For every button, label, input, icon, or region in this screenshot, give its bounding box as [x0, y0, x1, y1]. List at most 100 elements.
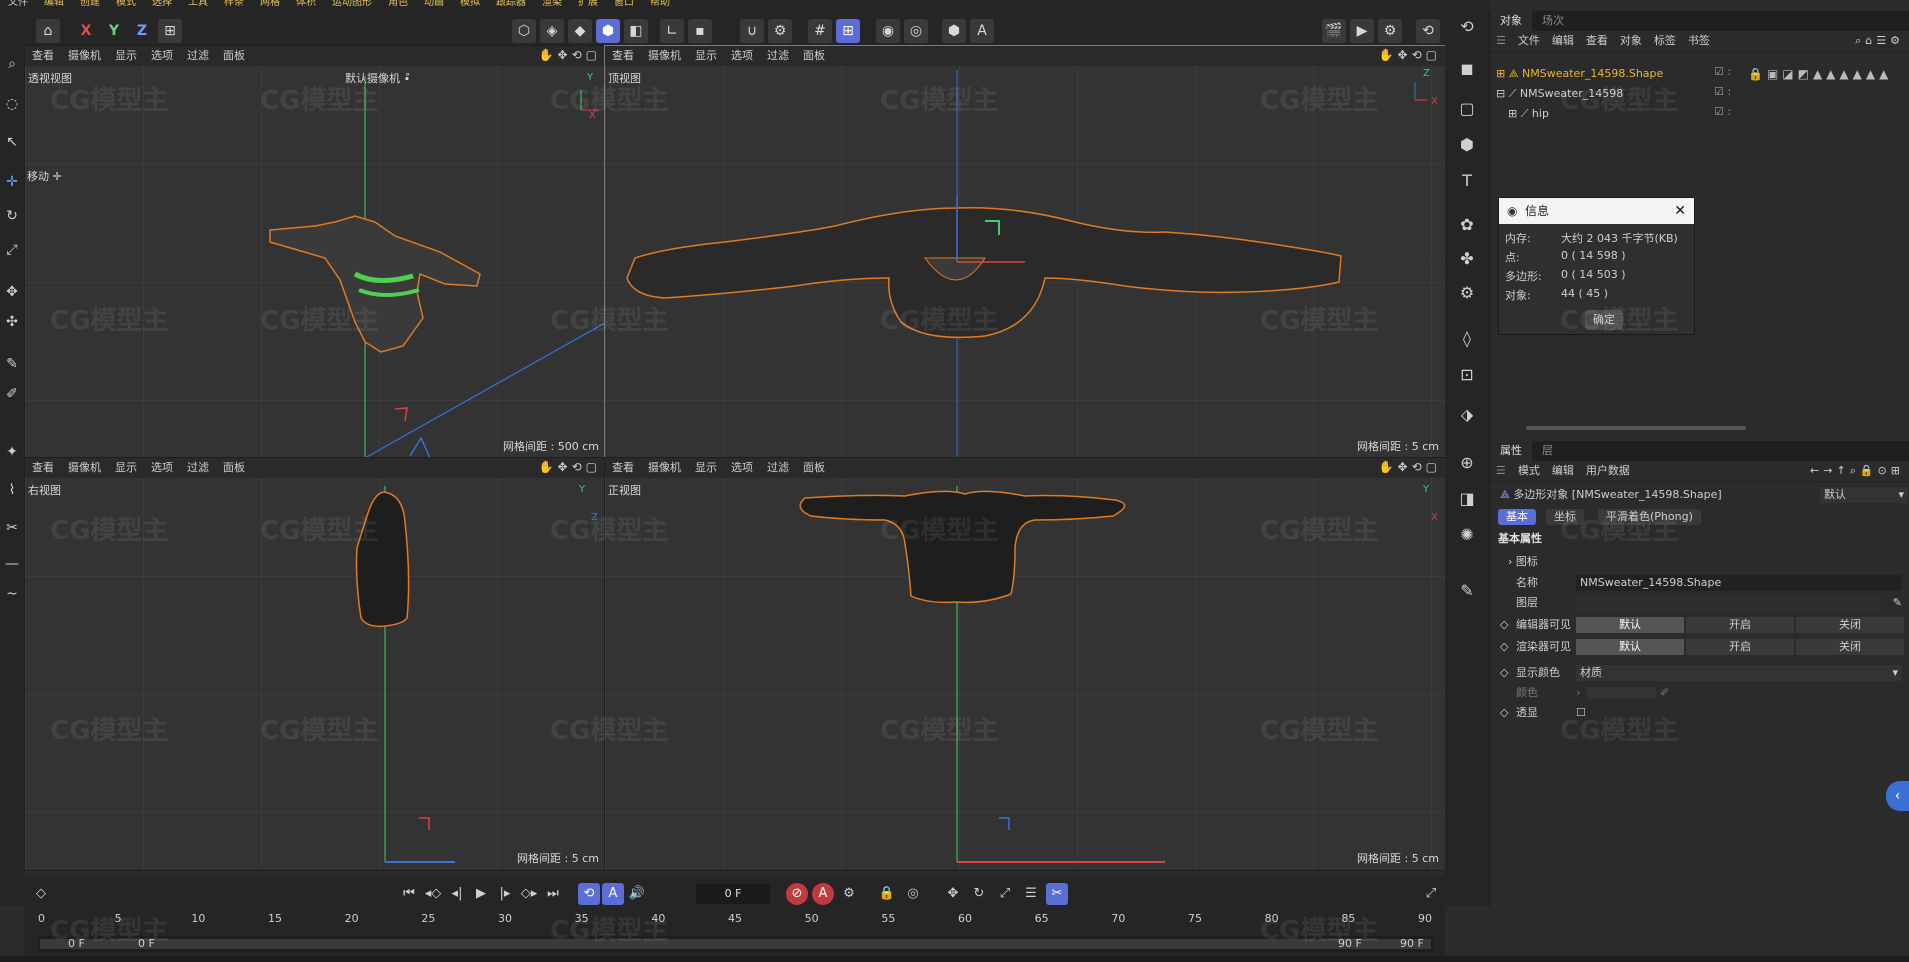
- key-position-icon[interactable]: ✥: [942, 883, 964, 905]
- rotate-tool-icon[interactable]: ↻: [2, 205, 22, 227]
- color-swatch[interactable]: [1586, 687, 1656, 699]
- auto-icon[interactable]: A: [970, 19, 994, 43]
- field-icon[interactable]: ◊: [1455, 327, 1479, 351]
- perspective-viewport[interactable]: 查看 摄像机 显示 选项 过滤 面板 ✋✥⟲▢ 透视视图 默认摄像机 ∙̊ 移动…: [24, 45, 606, 459]
- collapse-panel-button[interactable]: ‹: [1886, 781, 1909, 811]
- edit-icon[interactable]: ✎: [1893, 593, 1902, 613]
- timeline-expand-icon[interactable]: ⤢: [1420, 883, 1442, 905]
- close-icon[interactable]: ✕: [1674, 198, 1686, 224]
- snap-settings-icon[interactable]: ⚙: [768, 19, 792, 43]
- select-icon[interactable]: ↖: [2, 131, 22, 153]
- solo-icon[interactable]: ◉: [876, 19, 900, 43]
- horizontal-scrollbar[interactable]: [1526, 426, 1746, 430]
- help-icon[interactable]: ⟲: [1416, 19, 1440, 43]
- zoom-icon[interactable]: ⌕: [2, 53, 22, 75]
- menu-item[interactable]: 编辑: [36, 0, 72, 8]
- right-viewport[interactable]: 查看 摄像机 显示 选项 过滤 面板 ✋✥⟲▢ 右视图 Y Z 网格间距 : 5…: [24, 457, 606, 871]
- tab-layers[interactable]: 层: [1532, 441, 1563, 461]
- scale-tool-icon[interactable]: ⤢: [2, 239, 22, 261]
- menu-item[interactable]: 网格: [252, 0, 288, 8]
- preset-dropdown[interactable]: 默认 ▾: [1820, 487, 1908, 503]
- frame-ruler[interactable]: 0 5 10 15 20 25 30 35 40 45 50 55 60 65 70 75 80 85 90: [38, 912, 1433, 934]
- lod-icon[interactable]: ⬢: [942, 19, 966, 43]
- range-start[interactable]: 0 F: [68, 937, 85, 950]
- pen-icon[interactable]: ✎: [1455, 579, 1479, 603]
- go-to-end-icon[interactable]: ⏭: [542, 883, 564, 905]
- tab-basic[interactable]: 基本: [1498, 509, 1536, 525]
- keyframe-mode-icon[interactable]: ◇: [30, 883, 52, 905]
- menu-item[interactable]: 扩展: [570, 0, 606, 8]
- null-object-icon[interactable]: ◼: [1455, 57, 1479, 81]
- front-viewport[interactable]: 查看 摄像机 显示 选项 过滤 面板 ✋✥⟲▢ 正视图 Y X 网格间距 : 5…: [604, 457, 1446, 871]
- transform-multi-icon[interactable]: ✣: [2, 311, 22, 333]
- tab-objects[interactable]: 对象: [1490, 11, 1532, 31]
- menu-item[interactable]: 跟踪器: [488, 0, 534, 8]
- range-end[interactable]: 90 F: [1338, 937, 1362, 950]
- editor-on-option[interactable]: 开启: [1686, 617, 1794, 633]
- next-frame-icon[interactable]: |▸: [494, 883, 516, 905]
- editor-off-option[interactable]: 关闭: [1796, 617, 1904, 633]
- name-field[interactable]: NMSweater_14598.Shape: [1576, 575, 1902, 591]
- render-off-option[interactable]: 关闭: [1796, 639, 1904, 655]
- menu-item[interactable]: 角色: [380, 0, 416, 8]
- menu-item[interactable]: 工具: [180, 0, 216, 8]
- scheme-icon[interactable]: ◎: [902, 883, 924, 905]
- nav-arrows-icon[interactable]: ←→↑⌕🔒⊙⊞: [1804, 461, 1909, 481]
- material-tag-icons[interactable]: 🔒▣◪◩▲▲▲▲▲▲: [1748, 67, 1892, 81]
- cube-icon[interactable]: ▢: [1455, 97, 1479, 121]
- editor-default-option[interactable]: 默认: [1576, 617, 1684, 633]
- grid-snap-icon[interactable]: #: [808, 19, 832, 43]
- icon-section[interactable]: › 图标: [1490, 552, 1909, 572]
- knife-icon[interactable]: ✂: [2, 517, 22, 539]
- axis-icon[interactable]: ▪: [688, 19, 712, 43]
- coordinate-system-icon[interactable]: ⊞: [158, 19, 182, 43]
- render-settings-icon[interactable]: ⚙: [1378, 19, 1402, 43]
- z-axis-lock-button[interactable]: Z: [130, 19, 154, 43]
- magnet-icon[interactable]: ∪: [740, 19, 764, 43]
- prev-key-icon[interactable]: ◂◇: [422, 883, 444, 905]
- smooth-icon[interactable]: ~: [2, 583, 22, 605]
- key-param-icon[interactable]: ☰: [1020, 883, 1042, 905]
- expand-icon[interactable]: ⊞ ⟋: [1508, 107, 1532, 120]
- search-icon[interactable]: ⌕⌂☰⚙: [1849, 31, 1909, 51]
- menu-item[interactable]: 创建: [72, 0, 108, 8]
- render-view-icon[interactable]: 🎬: [1322, 19, 1346, 43]
- keyframe-icon[interactable]: ◇: [1500, 615, 1508, 635]
- menu-object[interactable]: 对象: [1614, 31, 1648, 51]
- range-track[interactable]: [40, 939, 1431, 949]
- workplane-icon[interactable]: ∟: [660, 19, 684, 43]
- undo-icon[interactable]: ⌂: [36, 19, 60, 43]
- line-icon[interactable]: —: [2, 553, 22, 575]
- move-tool-icon[interactable]: ✛: [2, 171, 22, 193]
- texture-mode-icon[interactable]: ◧: [624, 19, 648, 43]
- mograph-icon[interactable]: ✤: [1455, 247, 1479, 271]
- menu-item[interactable]: 动画: [416, 0, 452, 8]
- chevron-right-icon[interactable]: ›: [1576, 683, 1580, 703]
- layer-field[interactable]: [1576, 595, 1880, 611]
- environment-icon[interactable]: ⊕: [1455, 451, 1479, 475]
- menu-file[interactable]: 文件: [1512, 31, 1546, 51]
- menu-edit[interactable]: 编辑: [1546, 461, 1580, 481]
- expand-icon[interactable]: ⊟ ⟋: [1496, 87, 1520, 100]
- tree-item[interactable]: ⊞ ⟁ NMSweater_14598.Shape: [1496, 65, 1663, 83]
- deformer-icon[interactable]: ⚙: [1455, 281, 1479, 305]
- viewport-solo-icon[interactable]: ◎: [904, 19, 928, 43]
- menu-item[interactable]: 运动图形: [324, 0, 380, 8]
- hamburger-icon[interactable]: ☰: [1490, 461, 1512, 481]
- volume-icon[interactable]: ⬗: [1455, 403, 1479, 427]
- render-picture-viewer-icon[interactable]: ▶: [1350, 19, 1374, 43]
- display-color-dropdown[interactable]: 材质 ▾: [1576, 665, 1902, 681]
- live-select-icon[interactable]: ⟲: [1455, 15, 1479, 39]
- key-lock-icon[interactable]: 🔒: [876, 883, 898, 905]
- menu-view[interactable]: 查看: [1580, 31, 1614, 51]
- menu-item[interactable]: 渲染: [534, 0, 570, 8]
- menu-item[interactable]: 模式: [108, 0, 144, 8]
- light-icon[interactable]: ✺: [1455, 523, 1479, 547]
- menu-item[interactable]: 模拟: [452, 0, 488, 8]
- edges-mode-icon[interactable]: ◈: [540, 19, 564, 43]
- object-flags[interactable]: ☑ :: [1714, 65, 1731, 78]
- render-default-option[interactable]: 默认: [1576, 639, 1684, 655]
- loop-icon[interactable]: ⟲: [578, 883, 600, 905]
- range-end-2[interactable]: 90 F: [1400, 937, 1424, 950]
- y-axis-lock-button[interactable]: Y: [102, 19, 126, 43]
